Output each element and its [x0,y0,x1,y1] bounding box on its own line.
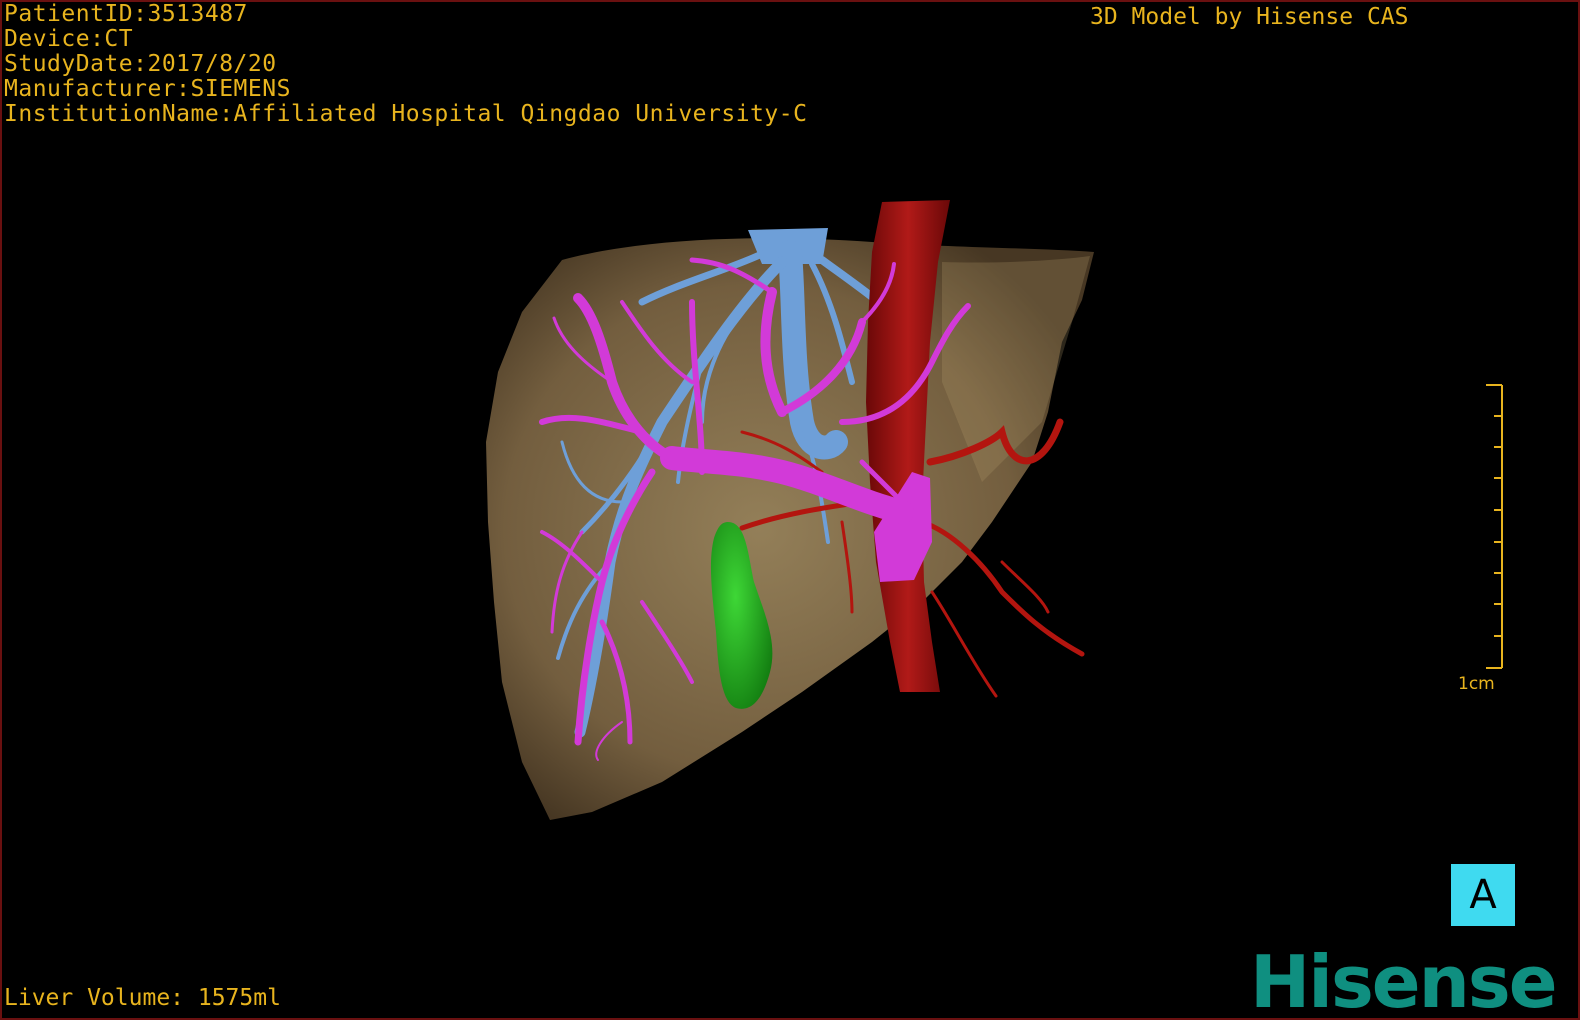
patient-id: PatientID:3513487 [4,1,248,27]
liver-volume: Liver Volume: 1575ml [4,985,281,1011]
liver-3d-model[interactable] [2,2,1578,1018]
institution-name: InstitutionName:Affiliated Hospital Qing… [4,101,808,127]
study-date: StudyDate:2017/8/20 [4,51,277,77]
manufacturer: Manufacturer:SIEMENS [4,76,291,102]
scale-bar [1486,384,1503,669]
hisense-logo: Hisense [1250,940,1558,1020]
model-credit: 3D Model by Hisense CAS [1090,4,1409,30]
patient-info-overlay: PatientID:3513487 Device:CT StudyDate:20… [4,2,807,127]
device: Device:CT [4,26,134,52]
3d-viewer-viewport[interactable]: PatientID:3513487 Device:CT StudyDate:20… [0,0,1580,1020]
anterior-view-button[interactable]: A [1451,864,1515,926]
scale-bar-label: 1cm [1458,674,1495,694]
